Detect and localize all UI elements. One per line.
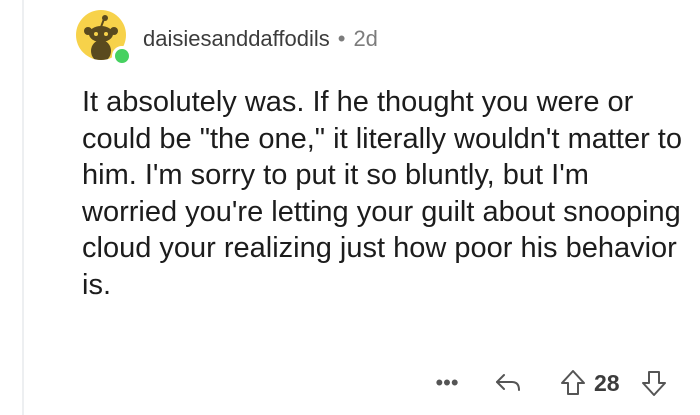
comment-meta: daisiesanddaffodils • 2d bbox=[143, 24, 378, 54]
meta-separator: • bbox=[337, 26, 346, 51]
username[interactable]: daisiesanddaffodils bbox=[143, 26, 330, 52]
downvote-arrow-icon bbox=[642, 371, 666, 396]
downvote-button[interactable] bbox=[637, 366, 671, 400]
more-options-button[interactable]: ••• bbox=[432, 368, 462, 398]
reply-button[interactable] bbox=[492, 366, 526, 400]
comment-age: 2d bbox=[353, 26, 378, 51]
avatar[interactable] bbox=[76, 10, 132, 66]
upvote-arrow-icon bbox=[561, 370, 585, 395]
comment-body: It absolutely was. If he thought you wer… bbox=[82, 86, 682, 301]
reply-arrow-icon bbox=[496, 374, 520, 391]
upvote-button[interactable] bbox=[556, 366, 590, 400]
vote-score: 28 bbox=[594, 369, 620, 396]
comment: daisiesanddaffodils • 2d It absolutely w… bbox=[0, 0, 700, 415]
online-status-icon bbox=[112, 46, 132, 66]
